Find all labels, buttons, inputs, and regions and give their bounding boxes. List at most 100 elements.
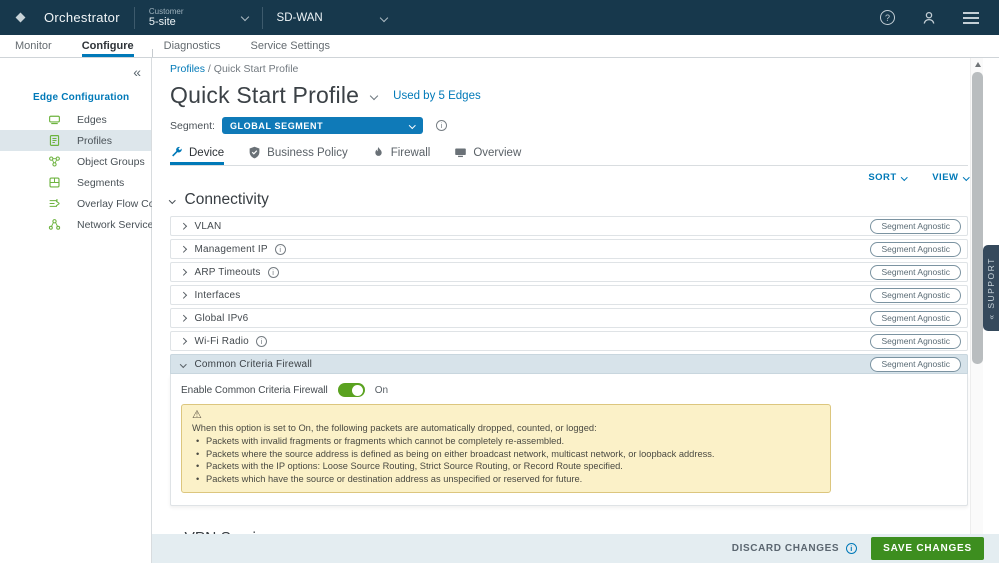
sidebar-item-label: Profiles [77,135,112,147]
segments-icon [48,176,61,189]
chevron-right-icon [180,223,186,229]
row-vlan[interactable]: VLAN Segment Agnostic [170,216,968,236]
save-changes-button[interactable]: SAVE CHANGES [871,537,984,560]
row-label: Management IP [195,244,268,255]
footer-action-bar: DISCARD CHANGES i SAVE CHANGES [152,534,999,563]
user-button[interactable] [921,10,937,26]
tab-overview[interactable]: Overview [454,146,521,165]
discard-changes-button[interactable]: DISCARD CHANGES i [732,543,857,554]
sidebar-collapse-button[interactable]: « [133,64,141,80]
profile-menu-chevron-icon[interactable] [370,91,378,99]
help-button[interactable]: ? [880,10,895,25]
support-tab[interactable]: « SUPPORT [983,245,999,331]
segment-label: Segment: [170,120,215,132]
enable-ccf-toggle[interactable] [338,383,365,397]
chevron-right-icon [180,269,186,275]
row-global-ipv6[interactable]: Global IPv6 Segment Agnostic [170,308,968,328]
profiles-icon [48,134,61,147]
row-common-criteria-firewall[interactable]: Common Criteria Firewall Segment Agnosti… [170,354,968,374]
wrench-icon [170,146,183,159]
warning-item: Packets where the source address is defi… [192,448,820,461]
sidebar-item-edges[interactable]: Edges [0,109,151,130]
discard-info-icon[interactable]: i [846,543,857,554]
segment-agnostic-badge: Segment Agnostic [870,265,961,280]
view-label: VIEW [932,172,958,183]
main-panel: Profiles / Quick Start Profile Quick Sta… [152,58,999,563]
customer-value: 5-site [149,16,184,29]
service-selector[interactable]: SD-WAN [277,12,387,24]
sidebar-item-object-groups[interactable]: Object Groups [0,151,151,172]
sidebar-item-label: Edges [77,114,107,126]
primary-nav: Monitor Configure Diagnostics Service Se… [0,35,999,58]
shield-check-icon [248,146,261,159]
sort-dropdown[interactable]: SORT [868,172,906,183]
connectivity-section-header[interactable]: Connectivity [170,191,968,209]
support-collapse-icon: « [986,313,996,319]
breadcrumb-profiles-link[interactable]: Profiles [170,63,205,75]
segment-info-icon[interactable]: i [436,120,447,131]
breadcrumb: Profiles / Quick Start Profile [170,63,968,75]
tab-bar: Device Business Policy Firewall [170,146,968,166]
scrollbar-thumb[interactable] [972,72,983,364]
common-criteria-firewall-detail: Enable Common Criteria Firewall On ⚠ Whe… [170,374,968,506]
sidebar-item-label: Network Services [77,219,159,231]
row-arp-timeouts[interactable]: ARP Timeouts i Segment Agnostic [170,262,968,282]
connectivity-rows: VLAN Segment Agnostic Management IP i Se… [170,216,968,506]
segment-agnostic-badge: Segment Agnostic [870,219,961,234]
customer-selector[interactable]: Customer 5-site [149,7,248,29]
sidebar-item-network-services[interactable]: Network Services [0,214,151,235]
chevron-right-icon [180,292,186,298]
topbar: Orchestrator Customer 5-site SD-WAN ? [0,0,999,35]
row-wifi-radio[interactable]: Wi-Fi Radio i Segment Agnostic [170,331,968,351]
view-dropdown[interactable]: VIEW [932,172,968,183]
chevron-down-icon [169,197,175,203]
nav-item-configure[interactable]: Configure [82,40,134,57]
sidebar-item-profiles[interactable]: Profiles [0,130,151,151]
chevron-down-icon [963,174,969,180]
section-title: Connectivity [185,191,269,209]
tab-label: Business Policy [267,147,348,159]
row-label: Wi-Fi Radio [195,336,249,347]
chevron-right-icon [180,338,186,344]
customer-label: Customer [149,7,184,16]
chevron-right-icon [180,246,186,252]
nav-divider [152,49,153,57]
sidebar-item-overlay-flow-control[interactable]: Overlay Flow Control [0,193,151,214]
brand-title: Orchestrator [44,10,120,25]
tab-device[interactable]: Device [170,146,224,165]
segment-dropdown[interactable]: GLOBAL SEGMENT [222,117,423,134]
app-root: Orchestrator Customer 5-site SD-WAN ? [0,0,999,563]
support-tab-label: SUPPORT [986,257,996,308]
row-label: ARP Timeouts [195,267,261,278]
sort-label: SORT [868,172,896,183]
overview-icon [454,146,467,159]
breadcrumb-separator: / [205,63,214,75]
segment-agnostic-badge: Segment Agnostic [870,288,961,303]
topbar-divider [262,7,263,29]
info-icon[interactable]: i [268,267,279,278]
warning-list: Packets with invalid fragments or fragme… [192,435,820,485]
warning-item: Packets which have the source or destina… [192,473,820,486]
menu-button[interactable] [963,12,979,24]
vertical-scrollbar[interactable] [970,58,983,563]
warning-intro: When this option is set to On, the follo… [192,423,820,433]
row-interfaces[interactable]: Interfaces Segment Agnostic [170,285,968,305]
row-management-ip[interactable]: Management IP i Segment Agnostic [170,239,968,259]
flame-icon [372,146,385,159]
sidebar-item-segments[interactable]: Segments [0,172,151,193]
info-icon[interactable]: i [256,336,267,347]
scroll-up-arrow-icon [975,62,981,67]
network-services-icon [48,218,61,231]
main-content: Profiles / Quick Start Profile Quick Sta… [152,58,968,563]
scroll-up-button[interactable] [971,58,984,70]
segment-dropdown-value: GLOBAL SEGMENT [230,121,323,131]
used-by-edges-link[interactable]: Used by 5 Edges [393,90,481,102]
nav-item-service-settings[interactable]: Service Settings [251,40,330,57]
edges-icon [48,113,61,126]
info-icon[interactable]: i [275,244,286,255]
nav-item-diagnostics[interactable]: Diagnostics [164,40,221,57]
tab-business-policy[interactable]: Business Policy [248,146,348,165]
nav-item-monitor[interactable]: Monitor [15,40,52,57]
tab-firewall[interactable]: Firewall [372,146,431,165]
chevron-down-icon [240,13,248,21]
